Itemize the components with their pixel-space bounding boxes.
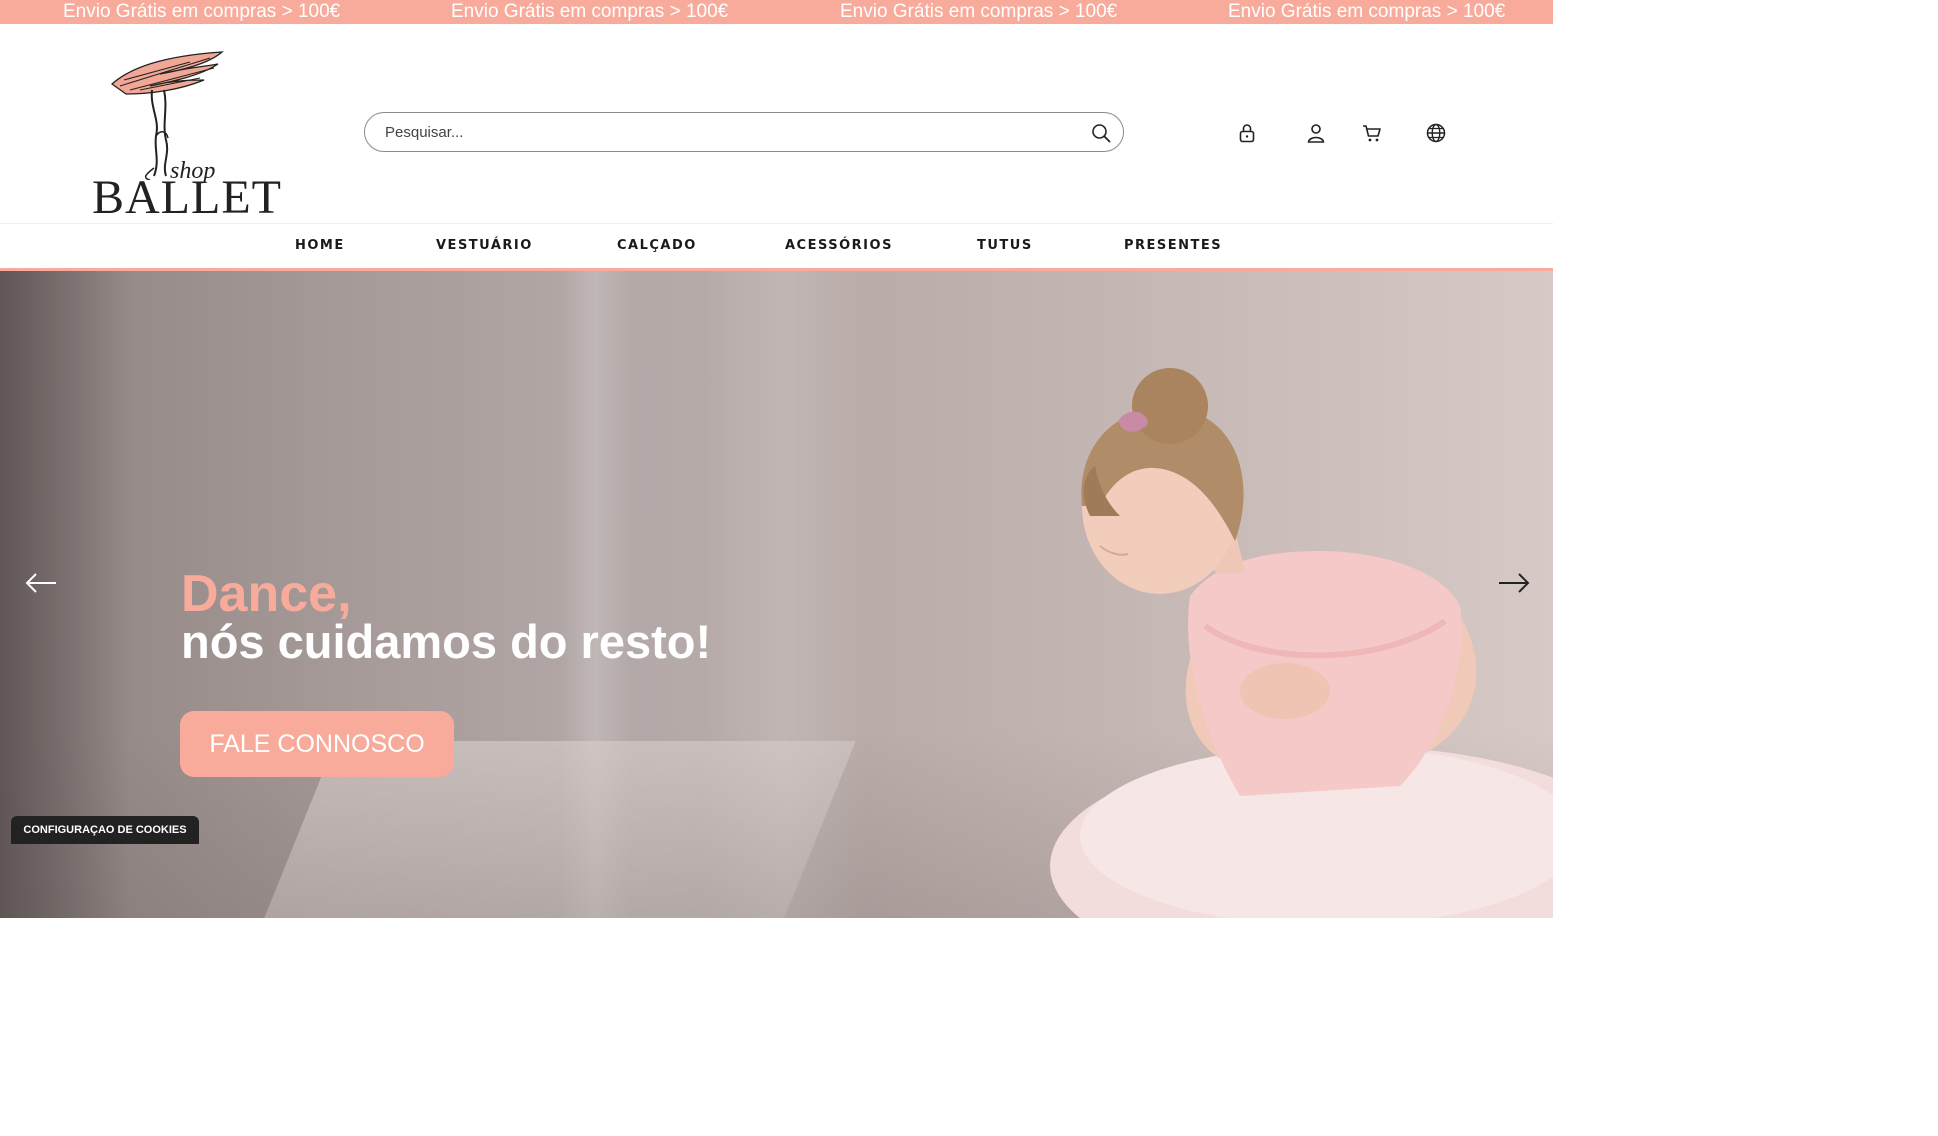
globe-icon[interactable]	[1425, 122, 1447, 144]
promo-text: Envio Grátis em compras > 100€	[840, 1, 1118, 22]
nav-item-vestuario[interactable]: VESTUÁRIO	[436, 224, 533, 268]
page: Envio Grátis em compras > 100€ Envio Grá…	[0, 0, 1938, 1136]
contact-us-button[interactable]: FALE CONNOSCO	[180, 711, 454, 777]
search-bar	[364, 112, 1124, 152]
cart-icon[interactable]	[1361, 122, 1383, 144]
nav-item-calcado[interactable]: CALÇADO	[617, 224, 697, 268]
cookie-settings-button[interactable]: CONFIGURAÇAO DE COOKIES	[11, 816, 199, 844]
search-input[interactable]	[385, 113, 1075, 151]
nav-item-acessorios[interactable]: ACESSÓRIOS	[785, 224, 893, 268]
user-icon[interactable]	[1305, 122, 1327, 144]
blank-area	[1553, 0, 1938, 1136]
promo-text: Envio Grátis em compras > 100€	[451, 1, 729, 22]
arrow-right-icon[interactable]	[1497, 571, 1531, 595]
blank-area	[0, 918, 1553, 1136]
hero-title: nós cuidamos do resto!	[181, 615, 712, 668]
promo-text: Envio Grátis em compras > 100€	[1228, 1, 1506, 22]
nav-item-home[interactable]: HOME	[295, 224, 345, 268]
site-header: shop BALLET	[0, 24, 1553, 224]
ballerina-girl-image	[1050, 368, 1553, 918]
promo-text: Envio Grátis em compras > 100€	[63, 1, 341, 22]
promo-bar: Envio Grátis em compras > 100€ Envio Grá…	[0, 0, 1553, 24]
nav-item-tutus[interactable]: TUTUS	[977, 224, 1033, 268]
viewport: Envio Grátis em compras > 100€ Envio Grá…	[0, 0, 1553, 918]
shop-ballet-logo[interactable]: shop BALLET	[90, 50, 281, 222]
lock-icon[interactable]	[1236, 122, 1258, 144]
logo-wordmark: BALLET	[92, 171, 282, 224]
hero-banner: Dance, nós cuidamos do resto! FALE CONNO…	[0, 271, 1553, 918]
search-icon[interactable]	[1091, 123, 1111, 143]
arrow-left-icon[interactable]	[24, 571, 58, 595]
main-nav: HOME VESTUÁRIO CALÇADO ACESSÓRIOS TUTUS …	[0, 224, 1553, 271]
nav-item-presentes[interactable]: PRESENTES	[1124, 224, 1222, 268]
